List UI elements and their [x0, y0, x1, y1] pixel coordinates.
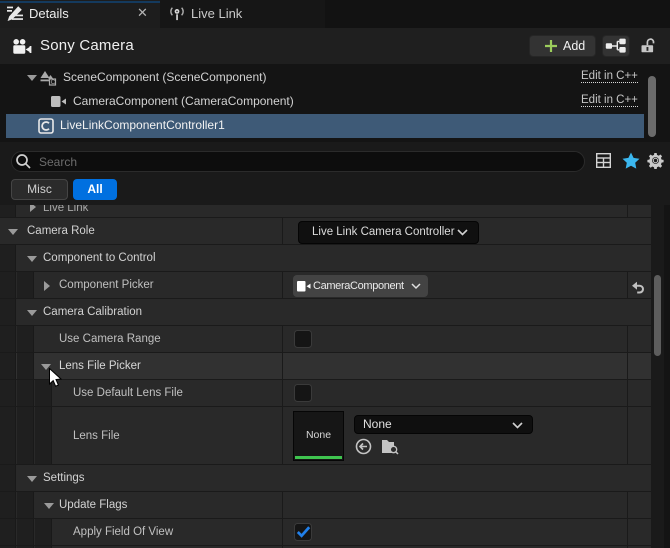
svg-text:C: C — [51, 79, 56, 86]
